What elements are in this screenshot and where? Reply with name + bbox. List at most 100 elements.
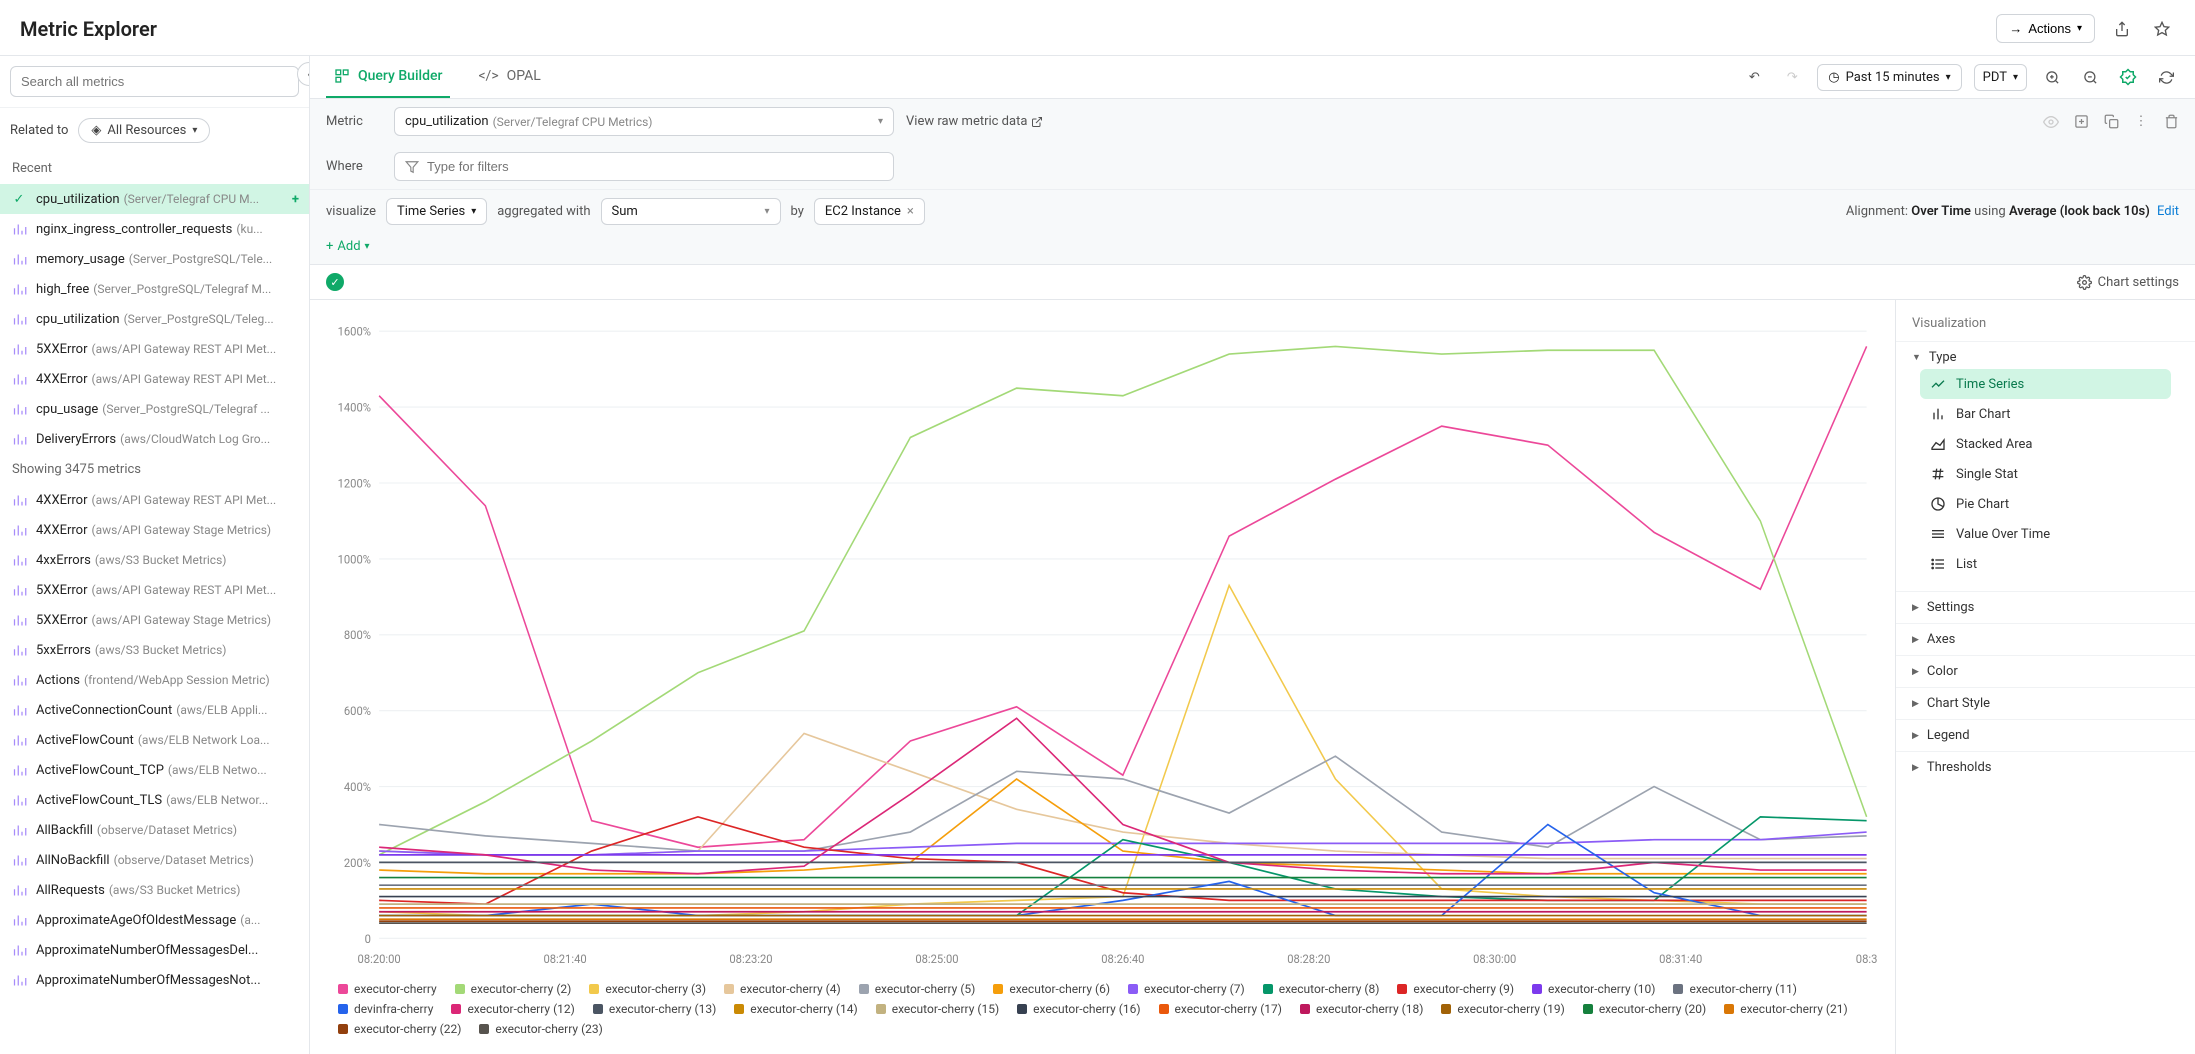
sidebar-metric-item[interactable]: 5XXError (aws/API Gateway Stage Metrics)	[0, 605, 309, 635]
sidebar-metric-item[interactable]: ApproximateAgeOfOldestMessage (a...	[0, 905, 309, 935]
sidebar-metric-item[interactable]: memory_usage (Server_PostgreSQL/Tele...	[0, 244, 309, 274]
sidebar-metric-item[interactable]: ApproximateNumberOfMessagesNot...	[0, 965, 309, 995]
more-icon[interactable]: ⋮	[2133, 114, 2149, 130]
plus-icon[interactable]: +	[292, 192, 299, 207]
legend-item[interactable]: executor-cherry (12)	[451, 1002, 574, 1016]
filter-input-wrapper[interactable]	[394, 152, 894, 181]
alignment-edit-link[interactable]: Edit	[2157, 204, 2179, 219]
viz-type-option[interactable]: Pie Chart	[1920, 489, 2171, 519]
sidebar-metric-item[interactable]: ApproximateNumberOfMessagesDel...	[0, 935, 309, 965]
eye-icon[interactable]	[2043, 114, 2059, 130]
metric-name: AllNoBackfill	[36, 853, 110, 868]
star-icon[interactable]	[2149, 16, 2175, 42]
legend-item[interactable]: executor-cherry (19)	[1441, 1002, 1564, 1016]
check-badge-icon[interactable]	[2115, 64, 2141, 90]
legend-item[interactable]: executor-cherry (4)	[724, 982, 841, 996]
sidebar-metric-item[interactable]: high_free (Server_PostgreSQL/Telegraf M.…	[0, 274, 309, 304]
tab-query-builder[interactable]: Query Builder	[326, 56, 450, 98]
view-raw-link[interactable]: View raw metric data	[906, 114, 1043, 129]
sidebar-metric-item[interactable]: ActiveFlowCount_TLS (aws/ELB Networ...	[0, 785, 309, 815]
time-series-chart[interactable]: 0200%400%600%800%1000%1200%1400%1600%08:…	[318, 320, 1887, 972]
trash-icon[interactable]	[2163, 114, 2179, 130]
viz-section-header[interactable]: ▶Legend	[1912, 728, 2179, 743]
plus-square-icon[interactable]	[2073, 114, 2089, 130]
sidebar-metric-item[interactable]: AllRequests (aws/S3 Bucket Metrics)	[0, 875, 309, 905]
legend-item[interactable]: executor-cherry (14)	[734, 1002, 857, 1016]
legend-item[interactable]: executor-cherry (21)	[1724, 1002, 1847, 1016]
legend-item[interactable]: executor-cherry (15)	[876, 1002, 999, 1016]
sidebar-metric-item[interactable]: cpu_usage (Server_PostgreSQL/Telegraf ..…	[0, 394, 309, 424]
sidebar-metric-item[interactable]: AllBackfill (observe/Dataset Metrics)	[0, 815, 309, 845]
sidebar-metric-item[interactable]: 4xxErrors (aws/S3 Bucket Metrics)	[0, 545, 309, 575]
sidebar-metric-item[interactable]: ActiveFlowCount (aws/ELB Network Loa...	[0, 725, 309, 755]
share-icon[interactable]	[2109, 16, 2135, 42]
sidebar-metric-item[interactable]: ActiveFlowCount_TCP (aws/ELB Netwo...	[0, 755, 309, 785]
legend-item[interactable]: executor-cherry (13)	[593, 1002, 716, 1016]
sidebar-metric-item[interactable]: 5xxErrors (aws/S3 Bucket Metrics)	[0, 635, 309, 665]
time-range-select[interactable]: ◷ Past 15 minutes ▾	[1817, 64, 1961, 91]
tab-opal[interactable]: </> OPAL	[470, 56, 548, 98]
sidebar-metric-item[interactable]: 4XXError (aws/API Gateway REST API Met..…	[0, 485, 309, 515]
visualize-select[interactable]: Time Series ▾	[386, 198, 487, 225]
legend-item[interactable]: executor-cherry (9)	[1397, 982, 1514, 996]
legend-item[interactable]: executor-cherry (3)	[589, 982, 706, 996]
group-by-chip[interactable]: EC2 Instance ×	[814, 198, 925, 225]
sidebar-metric-item[interactable]: 5XXError (aws/API Gateway REST API Met..…	[0, 575, 309, 605]
legend-item[interactable]: executor-cherry (22)	[338, 1022, 461, 1036]
viz-type-option[interactable]: List	[1920, 549, 2171, 579]
metric-source: (Server_PostgreSQL/Telegraf ...	[102, 402, 270, 416]
legend-item[interactable]: executor-cherry (6)	[993, 982, 1110, 996]
legend-item[interactable]: executor-cherry (23)	[479, 1022, 602, 1036]
legend-item[interactable]: executor-cherry (17)	[1159, 1002, 1282, 1016]
sidebar-metric-item[interactable]: ActiveConnectionCount (aws/ELB Appli...	[0, 695, 309, 725]
undo-icon[interactable]: ↶	[1741, 64, 1767, 90]
actions-button[interactable]: → Actions ▾	[1996, 14, 2095, 43]
svg-text:1200%: 1200%	[338, 476, 372, 491]
redo-icon[interactable]: ↷	[1779, 64, 1805, 90]
timezone-select[interactable]: PDT ▾	[1974, 64, 2027, 91]
filter-input[interactable]	[427, 159, 883, 174]
viz-section-header[interactable]: ▶Color	[1912, 664, 2179, 679]
viz-type-header[interactable]: ▼ Type	[1912, 350, 2179, 365]
viz-type-option[interactable]: Bar Chart	[1920, 399, 2171, 429]
viz-type-option[interactable]: Time Series	[1920, 369, 2171, 399]
viz-section-header[interactable]: ▶Axes	[1912, 632, 2179, 647]
metric-select[interactable]: cpu_utilization (Server/Telegraf CPU Met…	[394, 107, 894, 136]
viz-section-header[interactable]: ▶Settings	[1912, 600, 2179, 615]
copy-icon[interactable]	[2103, 114, 2119, 130]
zoom-in-icon[interactable]	[2039, 64, 2065, 90]
remove-chip-icon[interactable]: ×	[907, 204, 914, 219]
zoom-out-icon[interactable]	[2077, 64, 2103, 90]
sidebar-metric-item[interactable]: 4XXError (aws/API Gateway REST API Met..…	[0, 364, 309, 394]
viz-section-header[interactable]: ▶Thresholds	[1912, 760, 2179, 775]
viz-type-option[interactable]: Stacked Area	[1920, 429, 2171, 459]
sidebar-metric-item[interactable]: Actions (frontend/WebApp Session Metric)	[0, 665, 309, 695]
chart-settings-button[interactable]: Chart settings	[2077, 275, 2179, 290]
legend-item[interactable]: devinfra-cherry	[338, 1002, 433, 1016]
legend-item[interactable]: executor-cherry (10)	[1532, 982, 1655, 996]
resources-select[interactable]: ◈ All Resources ▾	[78, 118, 210, 143]
sidebar-metric-item[interactable]: nginx_ingress_controller_requests (ku...	[0, 214, 309, 244]
sidebar-metric-item[interactable]: 5XXError (aws/API Gateway REST API Met..…	[0, 334, 309, 364]
aggregate-select[interactable]: Sum ▾	[601, 198, 781, 225]
legend-item[interactable]: executor-cherry (20)	[1583, 1002, 1706, 1016]
search-input[interactable]	[10, 66, 299, 97]
legend-item[interactable]: executor-cherry (18)	[1300, 1002, 1423, 1016]
add-button[interactable]: + Add ▾	[326, 239, 370, 254]
legend-item[interactable]: executor-cherry (16)	[1017, 1002, 1140, 1016]
sidebar-metric-item[interactable]: DeliveryErrors (aws/CloudWatch Log Gro..…	[0, 424, 309, 454]
sidebar-metric-item[interactable]: ✓cpu_utilization (Server/Telegraf CPU M.…	[0, 184, 309, 214]
legend-item[interactable]: executor-cherry (5)	[859, 982, 976, 996]
sidebar-metric-item[interactable]: cpu_utilization (Server_PostgreSQL/Teleg…	[0, 304, 309, 334]
legend-item[interactable]: executor-cherry (2)	[455, 982, 572, 996]
viz-type-option[interactable]: Single Stat	[1920, 459, 2171, 489]
legend-item[interactable]: executor-cherry	[338, 982, 437, 996]
legend-item[interactable]: executor-cherry (7)	[1128, 982, 1245, 996]
legend-item[interactable]: executor-cherry (11)	[1673, 982, 1796, 996]
refresh-icon[interactable]	[2153, 64, 2179, 90]
sidebar-metric-item[interactable]: AllNoBackfill (observe/Dataset Metrics)	[0, 845, 309, 875]
viz-section-header[interactable]: ▶Chart Style	[1912, 696, 2179, 711]
legend-item[interactable]: executor-cherry (8)	[1263, 982, 1380, 996]
viz-type-option[interactable]: Value Over Time	[1920, 519, 2171, 549]
sidebar-metric-item[interactable]: 4XXError (aws/API Gateway Stage Metrics)	[0, 515, 309, 545]
